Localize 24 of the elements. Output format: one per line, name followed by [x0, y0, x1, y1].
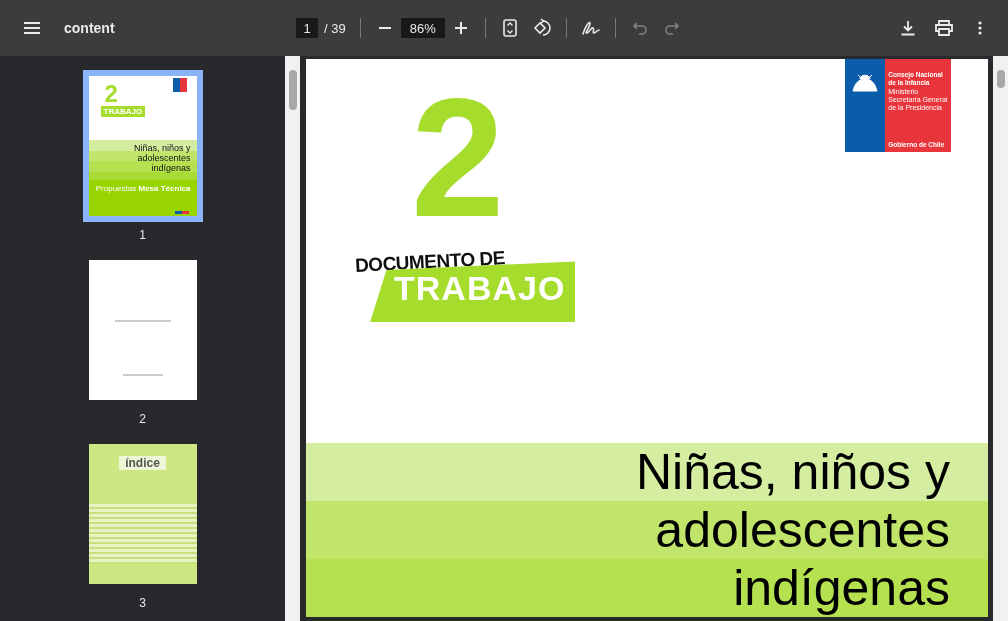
document-label: DOCUMENTO DE [354, 247, 506, 277]
flag-icon [172, 78, 187, 92]
document-title-line: adolescentes [655, 502, 950, 558]
document-title-line: Niñas, niños y [635, 444, 950, 500]
page-thumbnail[interactable]: 2 TRABAJO Niñas, niños y adolescentes indígenas Propuestas Mesa Técnica [82, 70, 203, 222]
text-line-drawing [122, 374, 163, 376]
page-number-label: 2 [139, 412, 146, 426]
document-title: content [64, 20, 116, 36]
thumbnail-number: 2 [104, 82, 118, 106]
zoom-field[interactable]: 86% [400, 18, 445, 38]
document-title-line: indígenas [733, 560, 950, 616]
flag-icon [174, 211, 189, 214]
thumbnail-subtitle: Propuestas Mesa Técnica [95, 183, 191, 193]
document-number: 2 [411, 91, 501, 226]
scrollbar[interactable] [993, 56, 1008, 621]
thumbnail-heading: índice [119, 456, 166, 470]
scrollbar[interactable] [285, 56, 300, 621]
page-number-field[interactable]: 1 [296, 18, 318, 38]
text-line-drawing [114, 320, 171, 322]
thumbnail-title: Niñas, niños y adolescentes indígenas [132, 144, 191, 174]
page-number-label: 3 [139, 596, 146, 610]
page-total: / 39 [324, 20, 346, 36]
page-number-label: 1 [139, 228, 146, 242]
thumbnail-tag: TRABAJO [100, 106, 146, 117]
